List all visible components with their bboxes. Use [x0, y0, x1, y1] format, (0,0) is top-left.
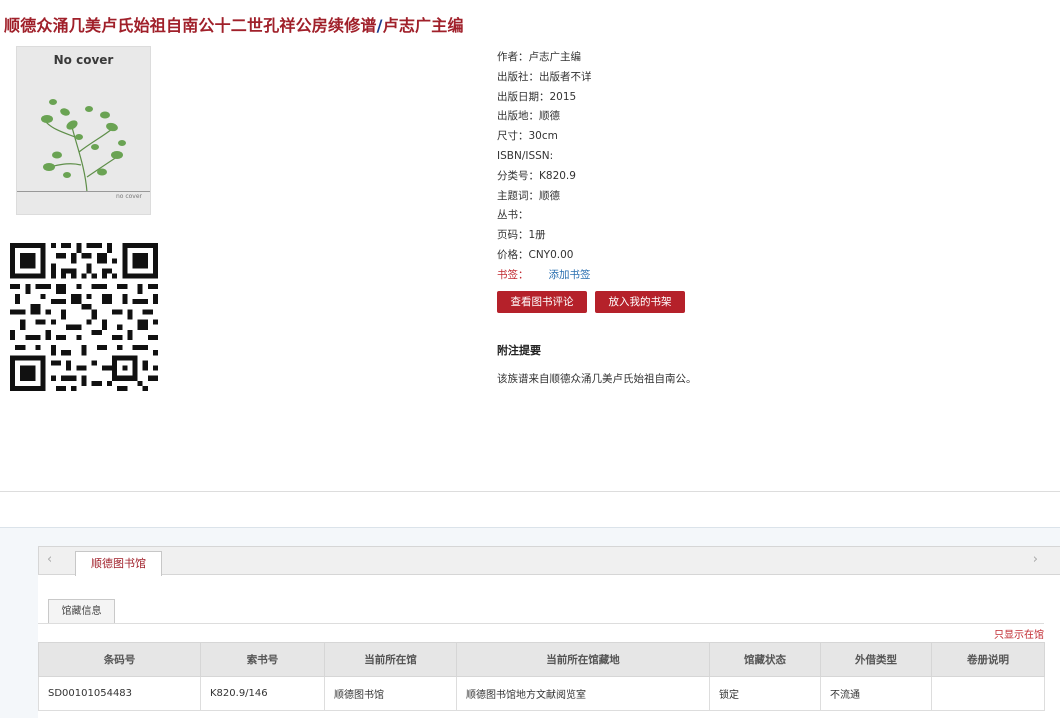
meta-row: 价格：CNY0.00 — [497, 246, 897, 266]
column-header: 条码号 — [38, 642, 201, 677]
meta-label: 作者： — [497, 51, 529, 63]
meta-row: 丛书： — [497, 206, 897, 226]
meta-row: ISBN/ISSN: — [497, 147, 897, 167]
meta-value: CNY0.00 — [528, 248, 574, 261]
table-cell: SD00101054483 — [38, 676, 201, 711]
table-cell — [931, 676, 1045, 711]
bookmark-label: 书签： — [497, 268, 529, 281]
column-header: 馆藏状态 — [709, 642, 821, 677]
library-tabbar: ‹ › — [38, 546, 1060, 575]
meta-value: 出版者不详 — [539, 70, 592, 83]
add-to-shelf-button[interactable]: 放入我的书架 — [595, 291, 685, 313]
column-header: 外借类型 — [820, 642, 932, 677]
plant-illustration — [41, 99, 126, 193]
column-header: 索书号 — [200, 642, 325, 677]
column-header: 卷册说明 — [931, 642, 1045, 677]
meta-label: 丛书： — [497, 209, 529, 222]
meta-label: 尺寸： — [497, 130, 529, 143]
book-title: 顺德众涌几美卢氏始祖自南公十二世孔祥公房续修谱/卢志广主编 — [4, 12, 464, 36]
book-title-main: 顺德众涌几美卢氏始祖自南公十二世孔祥公房续修谱 — [4, 16, 377, 35]
cover-small-label: no cover — [115, 193, 142, 200]
meta-row: 分类号：K820.9 — [497, 167, 897, 187]
tab-shunde-library[interactable]: 顺德图书馆 — [75, 551, 162, 576]
table-cell: 不流通 — [820, 676, 932, 711]
add-bookmark-link[interactable]: 添加书签 — [549, 269, 591, 281]
cover-divider — [17, 191, 150, 192]
tab-next-icon[interactable]: › — [1033, 552, 1038, 567]
table-cell: K820.9/146 — [200, 676, 325, 711]
book-title-author: 卢志广主编 — [382, 16, 464, 35]
qr-code-image — [10, 243, 158, 391]
meta-row: 主题词：顺德 — [497, 187, 897, 207]
meta-label: 出版地： — [497, 110, 539, 123]
meta-value: 2015 — [549, 90, 577, 103]
meta-value: 顺德 — [539, 189, 560, 202]
table-cell: 顺德图书馆地方文献阅览室 — [456, 676, 710, 711]
table-cell: 锁定 — [709, 676, 821, 711]
tab-prev-icon[interactable]: ‹ — [47, 552, 52, 567]
meta-row: 出版日期：2015 — [497, 88, 897, 108]
view-reviews-button[interactable]: 查看图书评论 — [497, 291, 587, 313]
column-header: 当前所在馆 — [324, 642, 457, 677]
book-metadata: 作者：卢志广主编 出版社：出版者不详 出版日期：2015 出版地：顺德 尺寸：30cm I… — [497, 48, 897, 286]
meta-value: 30cm — [528, 130, 558, 143]
column-header: 当前所在馆藏地 — [456, 642, 710, 677]
note-heading: 附注提要 — [497, 344, 541, 357]
meta-label: 分类号： — [497, 169, 539, 182]
table-cell: 顺德图书馆 — [324, 676, 457, 711]
meta-label: 价格： — [497, 248, 529, 261]
note-text: 该族谱来自顺德众涌几美卢氏始祖自南公。 — [497, 373, 697, 385]
meta-value: 顺德 — [539, 110, 560, 123]
meta-label: 主题词： — [497, 189, 539, 202]
meta-row: 页码：1册 — [497, 226, 897, 246]
tab-holdings-info[interactable]: 馆藏信息 — [48, 599, 115, 623]
section-divider — [0, 491, 1060, 492]
table-row: SD00101054483 K820.9/146 顺德图书馆 顺德图书馆地方文献阅览室… — [38, 676, 1045, 711]
action-buttons: 查看图书评论 放入我的书架 — [497, 291, 685, 313]
meta-row: 出版地：顺德 — [497, 107, 897, 127]
meta-row: 作者：卢志广主编 — [497, 48, 897, 68]
meta-row: 出版社：出版者不详 — [497, 68, 897, 88]
meta-value: 1册 — [528, 229, 546, 242]
meta-label: 页码： — [497, 229, 529, 242]
meta-label: 出版日期： — [497, 90, 550, 103]
holdings-table: 条码号 索书号 当前所在馆 当前所在馆藏地 馆藏状态 外借类型 卷册说明 SD0010105… — [38, 642, 1045, 711]
meta-value: K820.9 — [539, 169, 576, 182]
subtab-divider — [38, 623, 1044, 624]
meta-value: 卢志广主编 — [528, 51, 582, 63]
only-show-available-link[interactable]: 只显示在馆 — [994, 626, 1044, 641]
book-cover-image: No cover no cover — [16, 46, 151, 215]
meta-label: 出版社： — [497, 70, 539, 83]
meta-label: ISBN/ISSN: — [497, 149, 554, 162]
meta-row: 尺寸：30cm — [497, 127, 897, 147]
bookmark-row: 书签： 添加书签 — [497, 266, 897, 286]
